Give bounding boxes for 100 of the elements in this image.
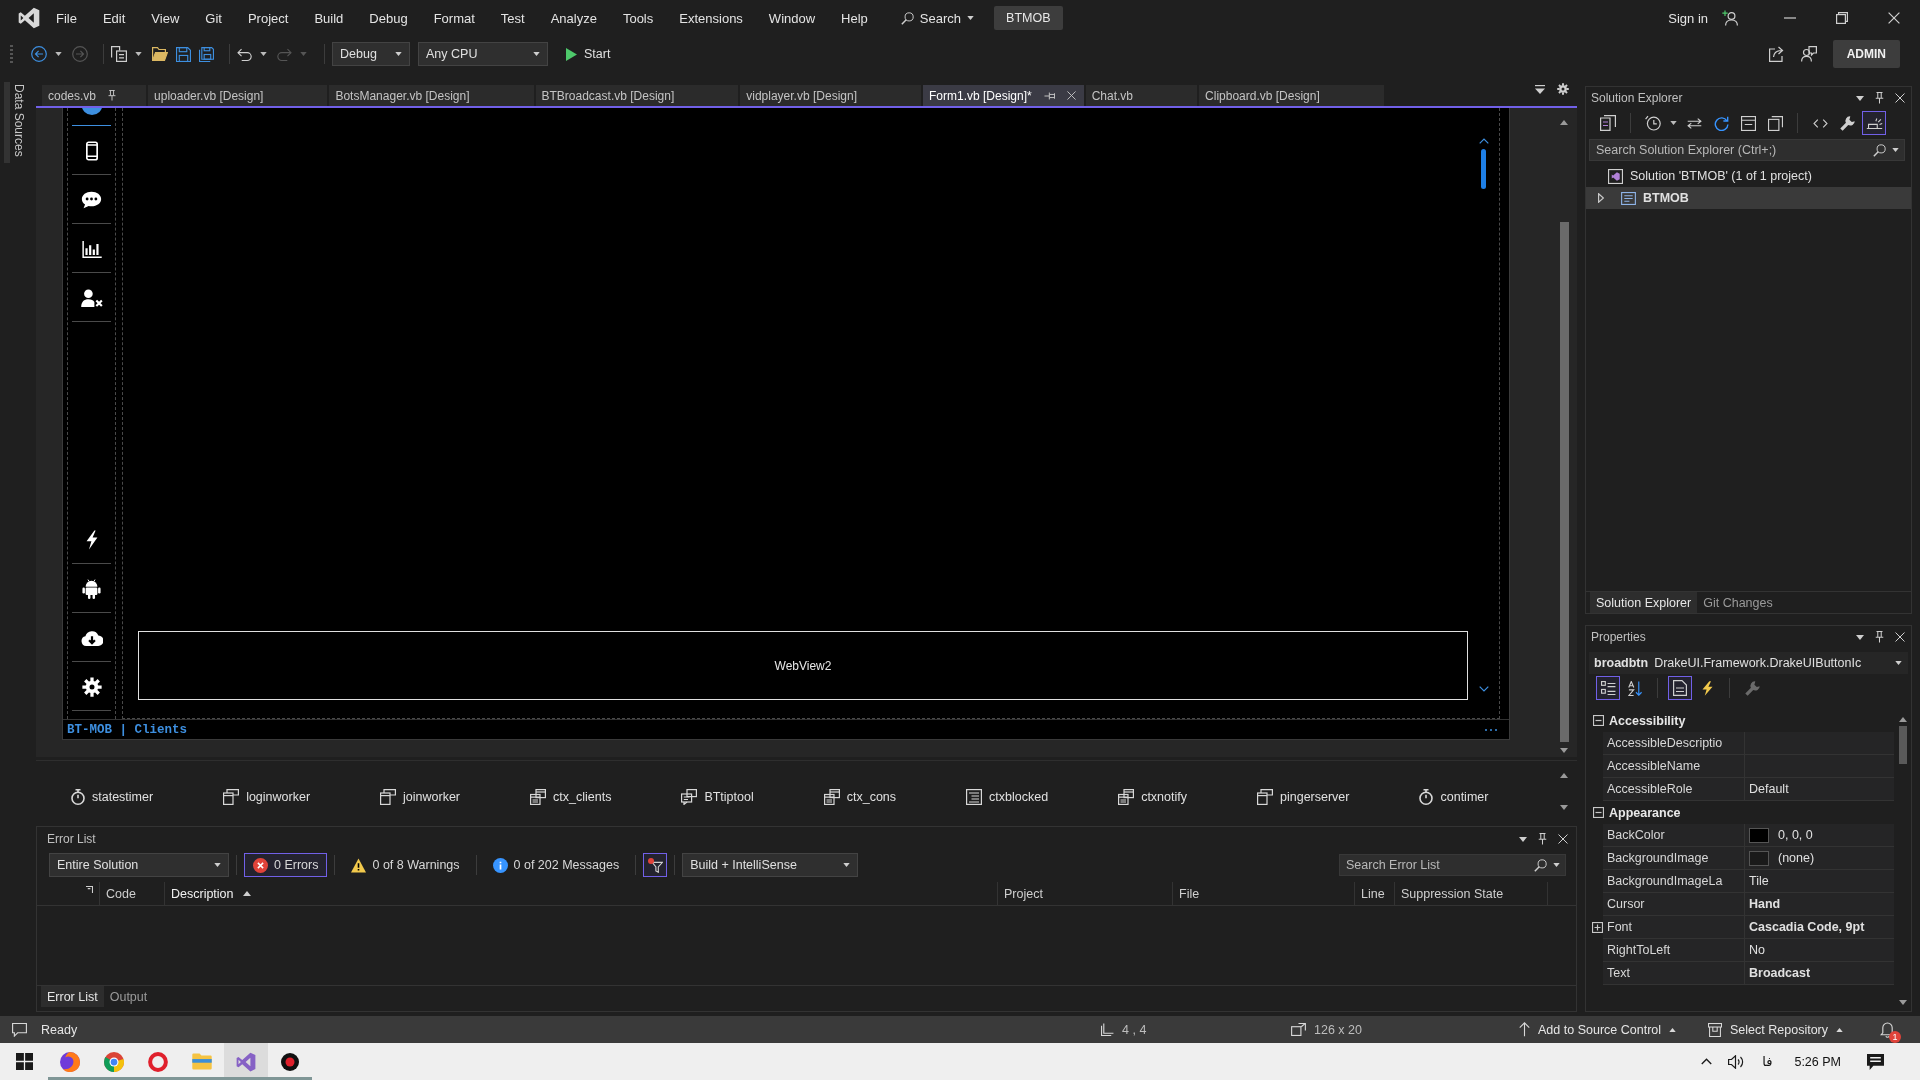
tree-item[interactable]: Solution 'BTMOB' (1 of 1 project) [1586,165,1911,187]
column-options-icon[interactable] [86,886,93,893]
caret-icon[interactable] [260,52,267,56]
property-value[interactable]: 0, 0, 0 [1778,828,1813,842]
caret-icon[interactable] [1519,836,1527,842]
source-dropdown[interactable]: Build + IntelliSense [682,853,859,877]
document-tab[interactable]: Form1.vb [Design]* [923,85,1084,106]
settings-icon[interactable] [1557,83,1569,95]
close-icon[interactable] [1895,632,1905,642]
pin-icon[interactable] [1875,92,1884,104]
start-button[interactable]: Start [562,44,615,64]
document-tab[interactable]: vidplayer.vb [Design] [740,85,921,106]
tab-list-icon[interactable] [1535,84,1545,94]
configuration-dropdown[interactable]: Debug [332,42,410,66]
chat-icon[interactable] [81,191,102,209]
caret-icon[interactable] [1856,634,1864,640]
platform-dropdown[interactable]: Any CPU [418,42,548,66]
more-icon[interactable] [1485,728,1497,731]
panel-tab[interactable]: Error List [41,986,104,1007]
new-project-icon[interactable] [111,46,127,62]
close-icon[interactable] [1895,93,1905,103]
menu-item[interactable]: Git [192,6,235,30]
menu-item[interactable]: Window [755,6,829,30]
column-header[interactable]: File [1173,882,1355,905]
close-icon[interactable] [1888,12,1900,24]
filter-button[interactable] [643,853,668,877]
panel-tab[interactable]: Output [103,986,154,1007]
column-header[interactable]: Line [1355,882,1395,905]
cloud-download-icon[interactable] [80,630,103,646]
close-icon[interactable] [1066,91,1076,100]
bar-chart-icon[interactable] [81,240,102,258]
share-icon[interactable] [1768,46,1785,62]
search-button[interactable]: Search [894,6,981,30]
pin-icon[interactable] [1875,631,1884,643]
account-icon[interactable] [1722,10,1738,26]
document-tab[interactable]: BotsManager.vb [Design] [329,85,534,106]
pin-icon[interactable] [1538,833,1547,845]
error-filter-button[interactable]: 0 Errors [244,853,328,877]
component-item[interactable]: ctx_clients [530,788,612,805]
document-tab[interactable]: Clipboard.vb [Design] [1199,85,1384,106]
scroll-up-icon[interactable] [1898,717,1907,722]
expander-icon[interactable] [1593,715,1604,726]
restore-icon[interactable] [1836,12,1848,24]
component-item[interactable]: joinworker [380,788,461,805]
component-item[interactable]: statestimer [71,788,154,805]
chevron-up-icon[interactable] [1701,1058,1713,1065]
speaker-icon[interactable] [1728,1054,1745,1069]
toolbar-button[interactable] [1596,676,1620,700]
save-icon[interactable] [176,46,191,62]
pin-icon[interactable] [1043,91,1055,100]
caret-icon[interactable] [1553,863,1560,867]
speech-bubble-icon[interactable] [12,1022,27,1037]
object-selector[interactable]: broadbtn DrakeUI.Framework.DrakeUIButtonIc [1589,652,1908,674]
toolbar-button[interactable] [1668,676,1692,700]
scrollbar-thumb[interactable] [1559,222,1569,742]
search-field[interactable]: Search Solution Explorer (Ctrl+;) [1589,139,1905,161]
menu-item[interactable]: Extensions [666,6,756,30]
language-indicator[interactable]: فا [1762,1054,1773,1069]
caret-icon[interactable] [1670,121,1677,125]
menu-item[interactable]: Edit [89,6,139,30]
component-item[interactable]: ctxnotify [1118,788,1187,805]
menu-item[interactable]: Analyze [537,6,610,30]
undo-icon[interactable] [237,47,252,61]
pin-icon[interactable] [108,90,117,101]
toolbar-button[interactable] [1862,111,1886,135]
message-filter-button[interactable]: 0 of 202 Messages [483,853,629,877]
bell-icon[interactable] [1880,1021,1895,1038]
panel-tab[interactable]: Git Changes [1697,592,1779,613]
panel-tab[interactable]: Solution Explorer [1590,592,1698,613]
caret-icon[interactable] [1892,148,1899,152]
notification-icon[interactable] [1867,1053,1884,1070]
column-header[interactable]: Description [165,882,998,905]
expander-icon[interactable] [1592,922,1603,933]
menu-item[interactable]: File [43,6,90,30]
lightning-icon[interactable] [85,530,98,550]
open-folder-icon[interactable] [152,47,168,61]
component-item[interactable]: BTtiptool [681,788,754,805]
caret-icon[interactable] [135,52,142,56]
scroll-down-icon[interactable] [1560,748,1568,753]
scope-dropdown[interactable]: Entire Solution [49,853,229,877]
column-header[interactable]: Project [998,882,1173,905]
document-tab[interactable]: codes.vb [42,85,147,106]
property-value[interactable]: Tile [1749,874,1769,888]
property-value[interactable]: Hand [1749,897,1781,911]
property-value[interactable]: No [1749,943,1765,957]
menu-item[interactable]: Test [487,6,538,30]
source-control-button[interactable]: Add to Source Control [1516,1020,1680,1039]
scroll-up-icon[interactable] [1478,138,1489,144]
phone-icon[interactable] [85,141,98,161]
menu-item[interactable]: Tools [609,6,667,30]
scroll-down-icon[interactable] [1898,1000,1907,1005]
document-tab[interactable]: Chat.vb [1085,85,1198,106]
search-icon[interactable] [1534,858,1547,872]
scroll-up-icon[interactable] [1560,120,1568,125]
column-header[interactable]: Code [100,882,165,905]
scroll-up-icon[interactable] [1560,773,1568,778]
warning-filter-button[interactable]: 0 of 8 Warnings [342,853,469,877]
column-header[interactable]: Suppression State [1395,882,1548,905]
component-item[interactable]: pingerserver [1257,788,1350,805]
search-field[interactable]: Search Error List [1339,854,1566,876]
